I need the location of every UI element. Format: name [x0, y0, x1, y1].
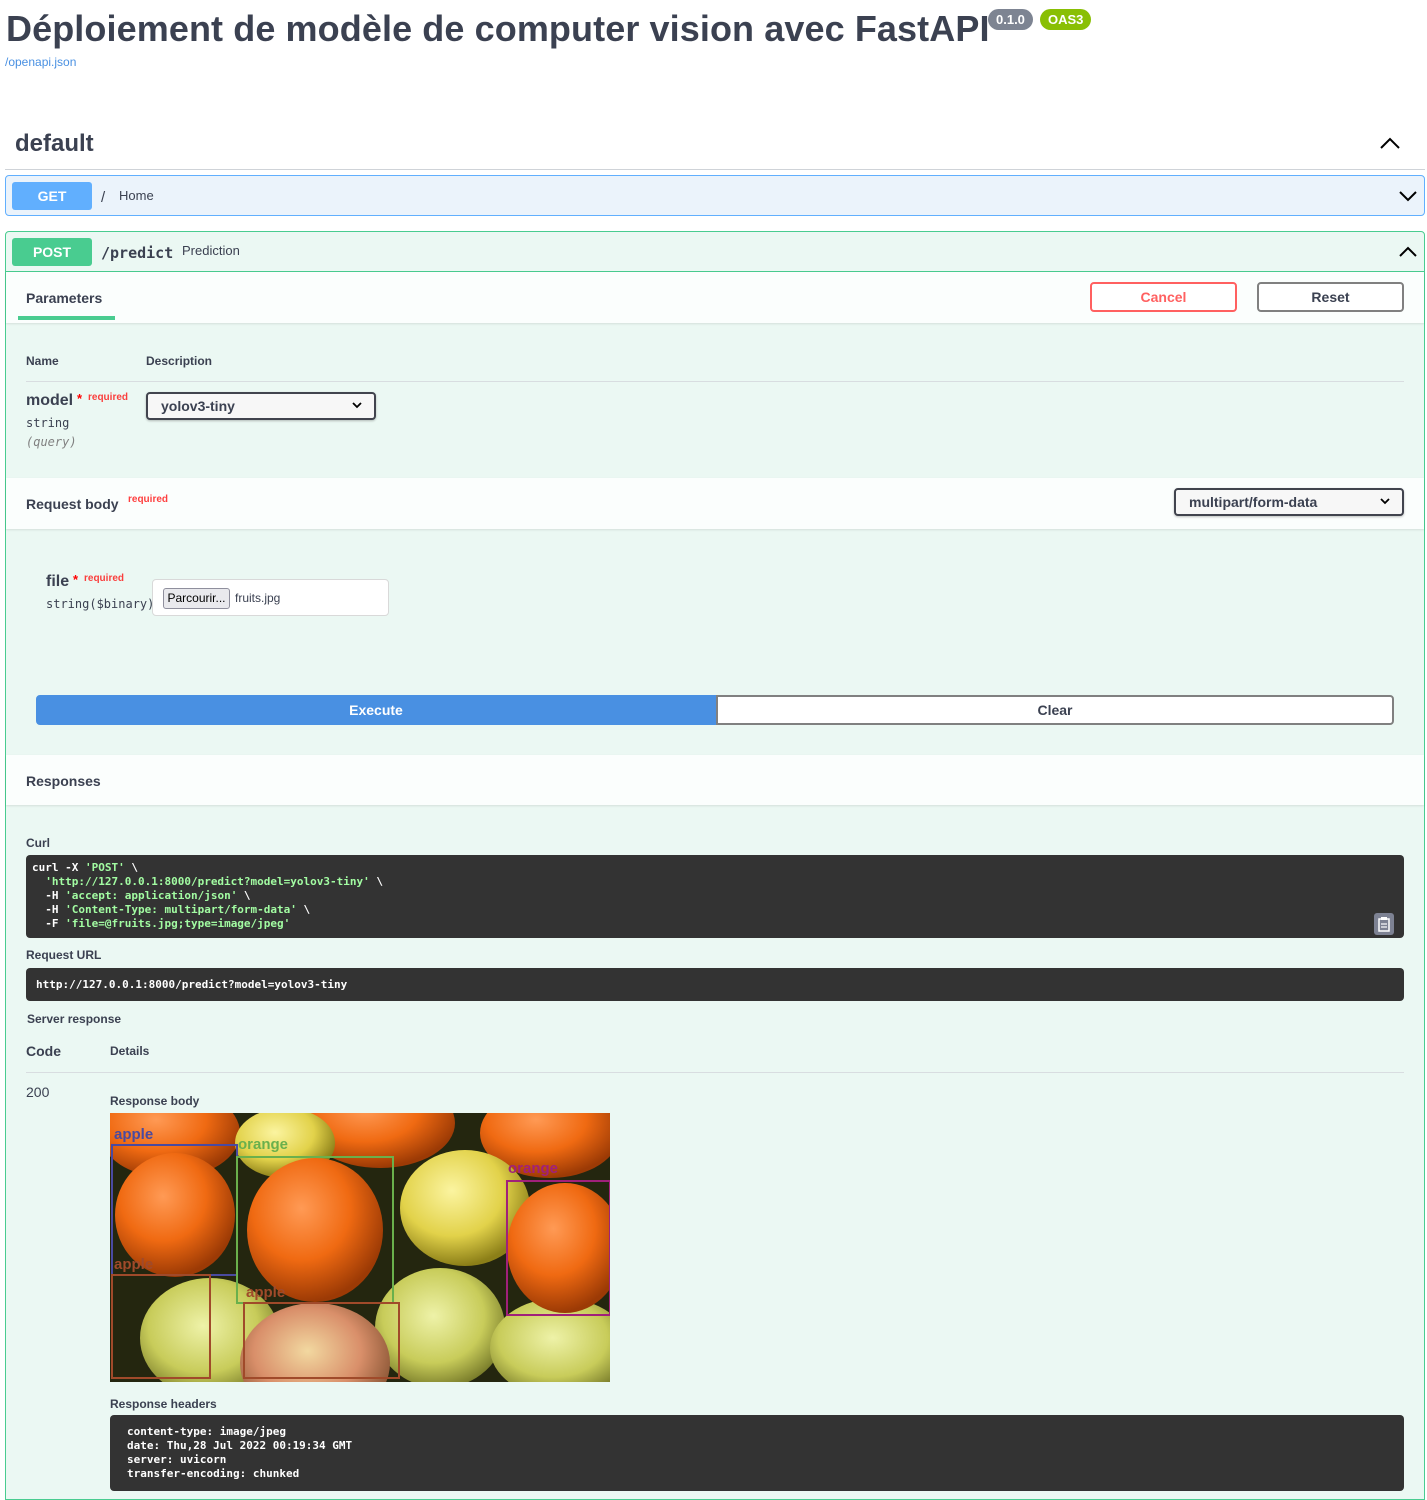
post-path: /predict — [101, 244, 174, 262]
detection-label: apple — [246, 1284, 285, 1301]
detection-label: orange — [238, 1136, 288, 1153]
curl-text: -F — [45, 917, 66, 930]
post-predict-operation: POST /predict Prediction Parameters Canc… — [5, 231, 1425, 1500]
curl-text: -H — [45, 903, 66, 916]
curl-string: 'http://127.0.0.1:8000/predict?model=yol… — [45, 875, 370, 888]
tab-active-indicator — [18, 316, 115, 320]
detection-label: apple — [114, 1126, 153, 1143]
response-image: apple orange orange apple apple — [110, 1113, 610, 1382]
response-table-divider — [26, 1072, 1404, 1073]
selected-file-name: fruits.jpg — [235, 591, 281, 605]
response-headers-block: content-type: image/jpeg date: Thu,28 Ju… — [110, 1415, 1404, 1491]
curl-label: Curl — [26, 836, 50, 850]
page-title: Déploiement de modèle de computer vision… — [6, 8, 990, 49]
responses-header — [6, 755, 1424, 805]
curl-text: \ — [124, 861, 138, 874]
get-path: / — [101, 189, 106, 206]
column-header-description: Description — [146, 354, 213, 368]
get-summary: Home — [119, 188, 154, 203]
curl-text: \ — [237, 889, 251, 902]
chevron-down-icon — [352, 402, 362, 409]
response-headers-label: Response headers — [110, 1397, 217, 1411]
curl-string: 'file=@fruits.jpg;type=image/jpeg' — [65, 917, 291, 930]
required-star: * — [77, 391, 83, 406]
chevron-down-icon — [1380, 498, 1390, 505]
required-label: required — [88, 392, 129, 403]
header-line: server: uvicorn — [127, 1453, 227, 1466]
curl-code-block[interactable]: curl -X 'POST' \ 'http://127.0.0.1:8000/… — [26, 855, 1404, 938]
post-summary: Prediction — [182, 243, 240, 258]
model-select-value: yolov3-tiny — [161, 398, 235, 414]
curl-string: 'POST' — [84, 861, 125, 874]
column-header-name: Name — [26, 354, 59, 368]
curl-text: \ — [296, 903, 311, 916]
request-body-label: Request body — [26, 496, 119, 512]
tag-title[interactable]: default — [15, 130, 94, 158]
browse-button[interactable]: Parcourir... — [163, 588, 230, 609]
openapi-json-link[interactable]: /openapi.json — [5, 55, 76, 69]
response-body-label: Response body — [110, 1094, 200, 1108]
parameter-location: (query) — [26, 435, 77, 449]
curl-string: 'accept: application/json' — [65, 889, 238, 902]
detection-label: apple — [114, 1256, 153, 1273]
content-type-value: multipart/form-data — [1189, 494, 1318, 510]
get-home-operation[interactable]: GET / Home — [5, 175, 1425, 216]
tag-divider — [5, 169, 1425, 170]
copy-to-clipboard-icon[interactable] — [1374, 913, 1394, 935]
file-field-type: string($binary) — [46, 597, 155, 611]
required-label: required — [84, 573, 125, 584]
required-label: required — [128, 494, 169, 505]
reset-button[interactable]: Reset — [1257, 282, 1404, 312]
file-field-label: file — [46, 573, 70, 590]
model-select[interactable]: yolov3-tiny — [146, 392, 376, 420]
parameter-type: string — [26, 416, 70, 430]
parameter-name: model — [26, 392, 74, 409]
chevron-up-icon[interactable] — [1398, 245, 1418, 259]
oas-badge: OAS3 — [1040, 9, 1092, 30]
required-star: * — [73, 572, 79, 587]
request-url-label: Request URL — [26, 948, 102, 962]
header-line: date: Thu,28 Jul 2022 00:19:34 GMT — [127, 1439, 353, 1452]
curl-string: 'Content-Type: multipart/form-data' — [65, 903, 297, 916]
curl-text: \ — [369, 875, 384, 888]
chevron-up-icon[interactable] — [1378, 134, 1402, 152]
version-badge: 0.1.0 — [988, 9, 1033, 30]
content-type-select[interactable]: multipart/form-data — [1174, 488, 1404, 516]
request-url-block: http://127.0.0.1:8000/predict?model=yolo… — [26, 968, 1404, 1001]
get-method-badge: GET — [12, 182, 92, 210]
execute-button[interactable]: Execute — [36, 695, 716, 725]
post-method-badge: POST — [12, 238, 92, 266]
curl-text: curl -X — [32, 861, 85, 874]
status-code: 200 — [26, 1084, 50, 1100]
parameters-divider — [26, 381, 1404, 382]
detection-label: orange — [508, 1160, 558, 1177]
header-line: content-type: image/jpeg — [127, 1425, 286, 1438]
column-header-details: Details — [110, 1044, 150, 1058]
cancel-button[interactable]: Cancel — [1090, 282, 1237, 312]
tab-parameters[interactable]: Parameters — [26, 290, 102, 306]
column-header-code: Code — [26, 1043, 61, 1059]
file-input[interactable]: Parcourir... fruits.jpg — [152, 579, 389, 616]
chevron-down-icon[interactable] — [1398, 189, 1418, 203]
clear-button[interactable]: Clear — [716, 695, 1394, 725]
curl-text: -H — [45, 889, 66, 902]
server-response-label: Server response — [27, 1012, 122, 1026]
responses-label: Responses — [26, 773, 101, 789]
header-line: transfer-encoding: chunked — [127, 1467, 300, 1480]
